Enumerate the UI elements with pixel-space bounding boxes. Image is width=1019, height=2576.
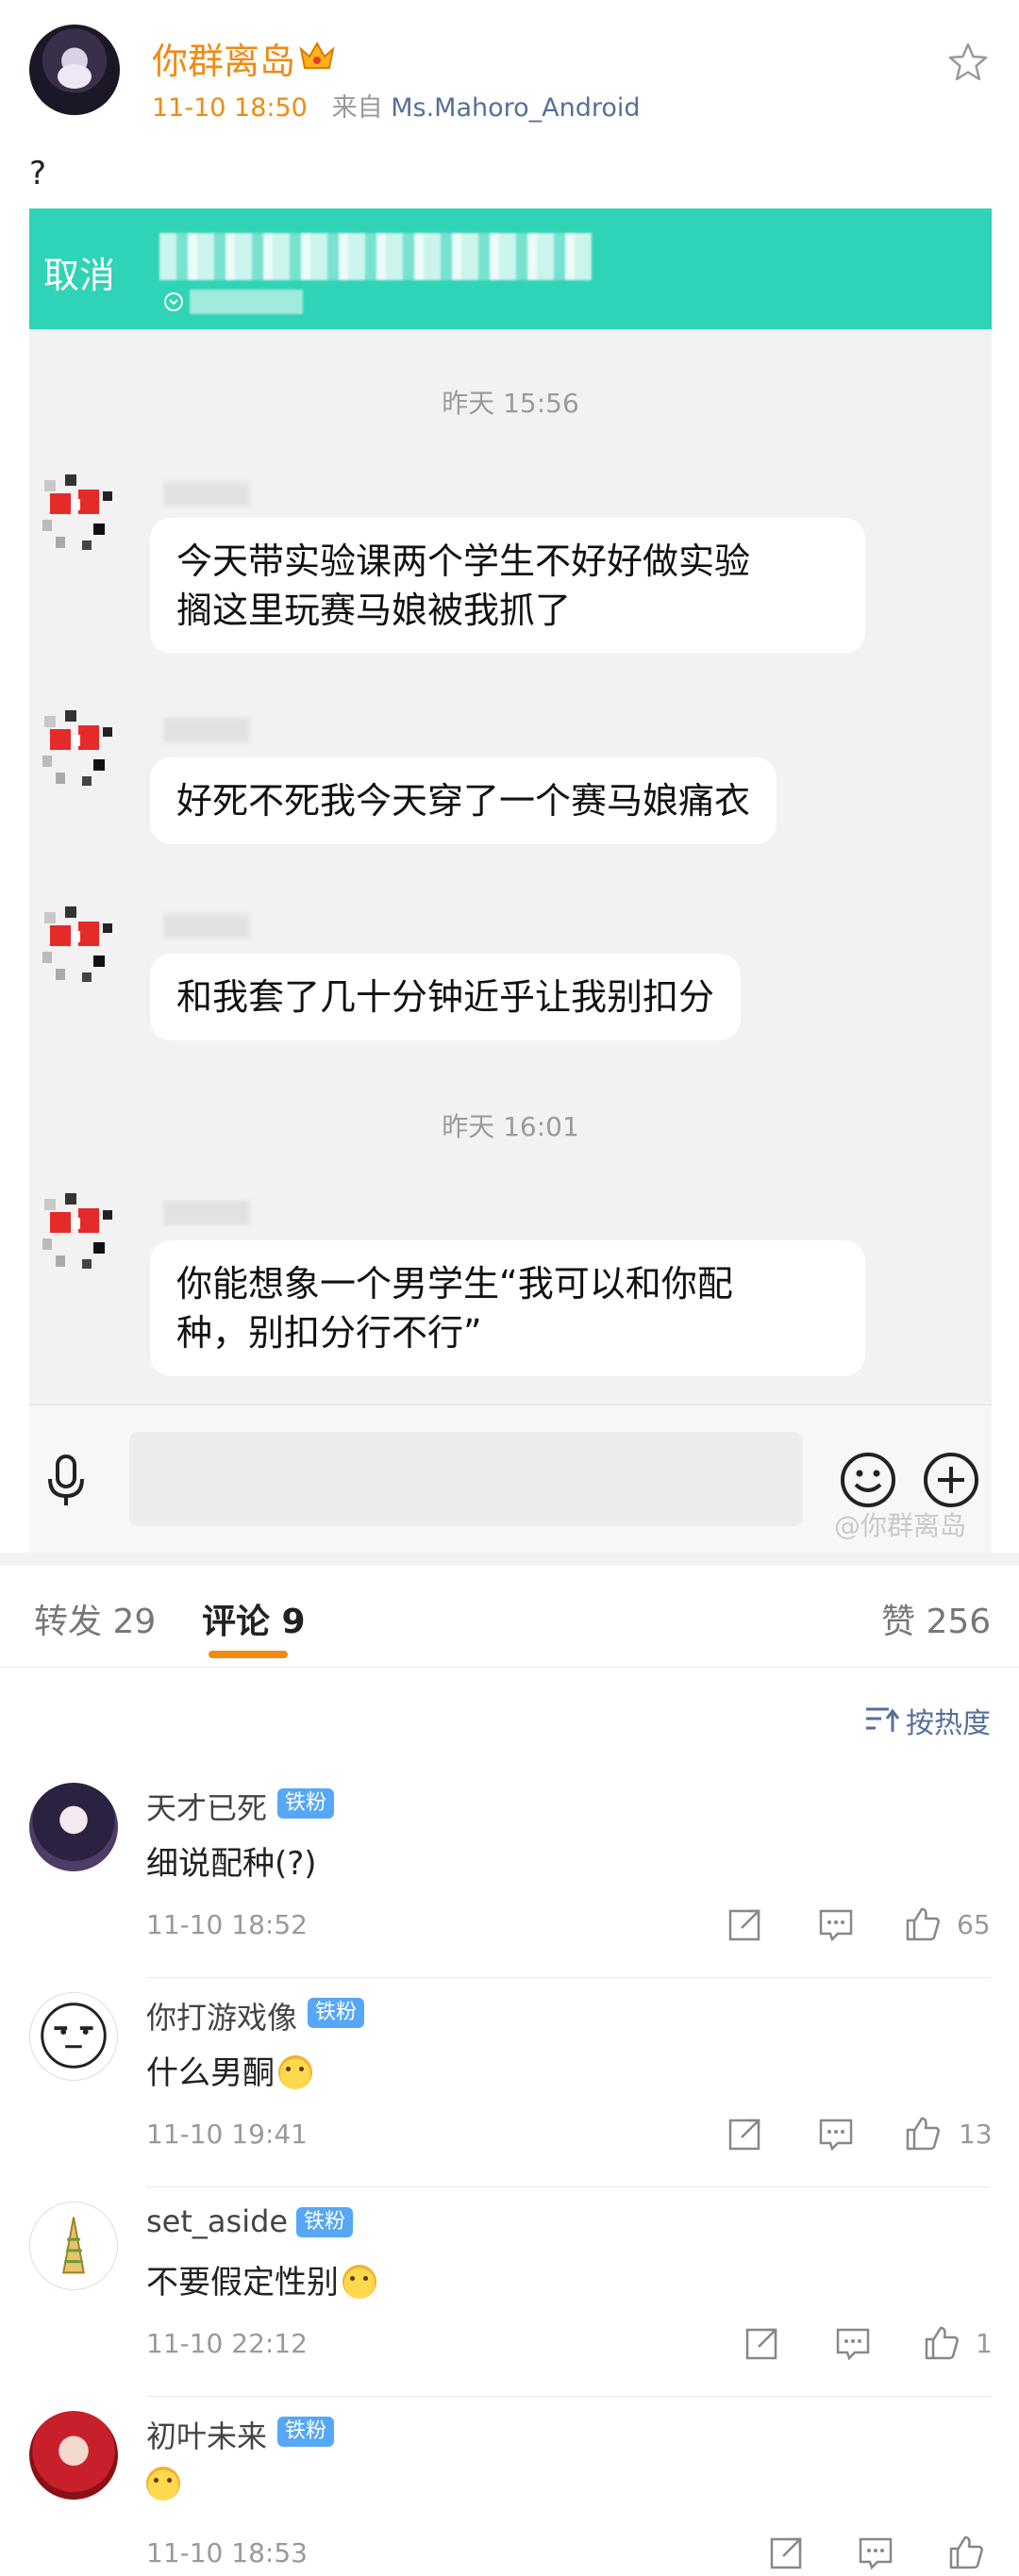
comment-icon[interactable] [857,2534,894,2571]
cancel-button: 取消 [43,255,116,296]
comment-icon[interactable] [834,2324,872,2362]
comment-icon[interactable] [817,2115,855,2152]
fan-badge: 铁粉 [296,2207,354,2237]
blurred-chat-title [159,233,592,280]
like-thumb-icon[interactable] [947,2534,985,2571]
chat-message: 你能想象一个男学生“我可以和你配 种，别扣分行不行” [150,1240,865,1376]
comment-text: 细说配种(?) [146,1845,317,1883]
comment-time: 11-10 19:41 [146,2119,308,2150]
active-tab-indicator [209,1651,288,1658]
post-source[interactable]: Ms.Mahoro_Android [391,93,640,123]
like-thumb-icon[interactable] [904,2115,942,2152]
comment-time: 11-10 22:12 [146,2328,308,2359]
pixelated-avatar [42,710,112,786]
comment-text: 什么男酮 [146,2047,312,2093]
sort-icon[interactable] [864,1703,902,1736]
post-text: ? [29,155,47,192]
chat-title-bar: 取消 [29,208,992,329]
emoji-icon [841,1453,895,1507]
source-prefix: 来自 [331,93,383,123]
blurred-sender-name [163,482,250,507]
blurred-sender-name [163,1201,250,1225]
commenter-name[interactable]: 你打游戏像 [146,1994,297,2037]
comment-text [146,2466,180,2503]
pixelated-avatar [42,906,112,982]
post-time: 11-10 18:50 [152,93,308,123]
repost-icon[interactable] [743,2324,781,2362]
comment-item: set_aside 铁粉 不要假定性别 11-10 22:12 1 [0,2202,1019,2411]
like-count: 13 [959,2119,993,2150]
crown-icon [299,41,335,69]
crying-emoji-icon [342,2265,376,2299]
comment-divider [146,2186,991,2187]
like-count: 65 [957,1909,991,1940]
time-divider: 昨天 15:56 [442,388,579,419]
comment-divider [146,2396,991,2397]
watermark: @你群离岛 [834,1510,967,1541]
commenter-name[interactable]: 天才已死 [146,1785,267,1828]
comment-time: 11-10 18:52 [146,1909,308,1940]
comment-item: 初叶未来 铁粉 11-10 18:53 [0,2411,1019,2576]
commenter-avatar[interactable] [29,1783,118,1871]
comment-time: 11-10 18:53 [146,2537,308,2568]
blurred-sender-name [163,914,250,939]
like-count: 1 [976,2328,993,2359]
interaction-tabs: 转发 29 评论 9 赞 256 [0,1566,1019,1668]
time-divider: 昨天 16:01 [442,1111,579,1142]
commenter-name[interactable]: set_aside [146,2203,288,2239]
sort-by-hot-button[interactable]: 按热度 [906,1700,991,1741]
author-avatar[interactable] [29,25,120,115]
like-thumb-icon[interactable] [923,2324,961,2362]
post-header: 你群离岛 11-10 18:50 来自 Ms.Mahoro_Android ? [0,0,1019,192]
crying-emoji-icon [146,2467,180,2501]
post-meta: 11-10 18:50 来自 Ms.Mahoro_Android [152,87,641,124]
tab-comments[interactable]: 评论 9 [202,1594,306,1643]
commenter-avatar[interactable] [29,2411,118,2500]
chat-message: 今天带实验课两个学生不好好做实验 搁这里玩赛马娘被我抓了 [150,518,865,654]
chat-screenshot-image[interactable]: 取消 昨天 15:56 今天带实验课两个学生不好好做实验 搁这里玩赛马娘被我抓了… [29,208,992,1553]
comment-icon[interactable] [817,1905,855,1943]
chat-message: 和我套了几十分钟近乎让我别扣分 [150,954,742,1040]
fan-badge: 铁粉 [277,1788,335,1819]
commenter-avatar[interactable] [29,2202,118,2290]
author-name[interactable]: 你群离岛 [152,32,295,84]
repost-icon[interactable] [727,1905,764,1943]
repost-icon[interactable] [768,2534,806,2571]
commenter-avatar[interactable] [29,1992,118,2081]
section-gap [0,1553,1019,1566]
blurred-sender-name [163,718,250,742]
comment-item: 你打游戏像 铁粉 什么男酮 11-10 19:41 13 [0,1992,1019,2202]
comment-item: 天才已死 铁粉 细说配种(?) 11-10 18:52 65 [0,1783,1019,1992]
comment-divider [146,1977,991,1978]
repost-icon[interactable] [727,2115,764,2152]
plus-circle-icon [924,1453,978,1507]
thinking-emoji-icon [278,2055,312,2089]
fan-badge: 铁粉 [308,1998,365,2028]
comment-text: 不要假定性别 [146,2256,376,2302]
circle-down-icon [164,292,183,311]
chat-message-input [129,1432,803,1526]
pixelated-avatar [42,474,112,550]
favorite-star-icon[interactable] [947,42,989,83]
commenter-name[interactable]: 初叶未来 [146,2413,267,2456]
like-thumb-icon[interactable] [904,1905,942,1943]
pixelated-avatar [42,1193,112,1269]
tab-likes[interactable]: 赞 256 [881,1594,991,1643]
tab-reposts[interactable]: 转发 29 [34,1594,156,1643]
fan-badge: 铁粉 [277,2417,335,2447]
blurred-chat-subtitle [190,290,303,314]
microphone-icon [48,1454,84,1505]
chat-message: 好死不死我今天穿了一个赛马娘痛衣 [150,757,777,844]
